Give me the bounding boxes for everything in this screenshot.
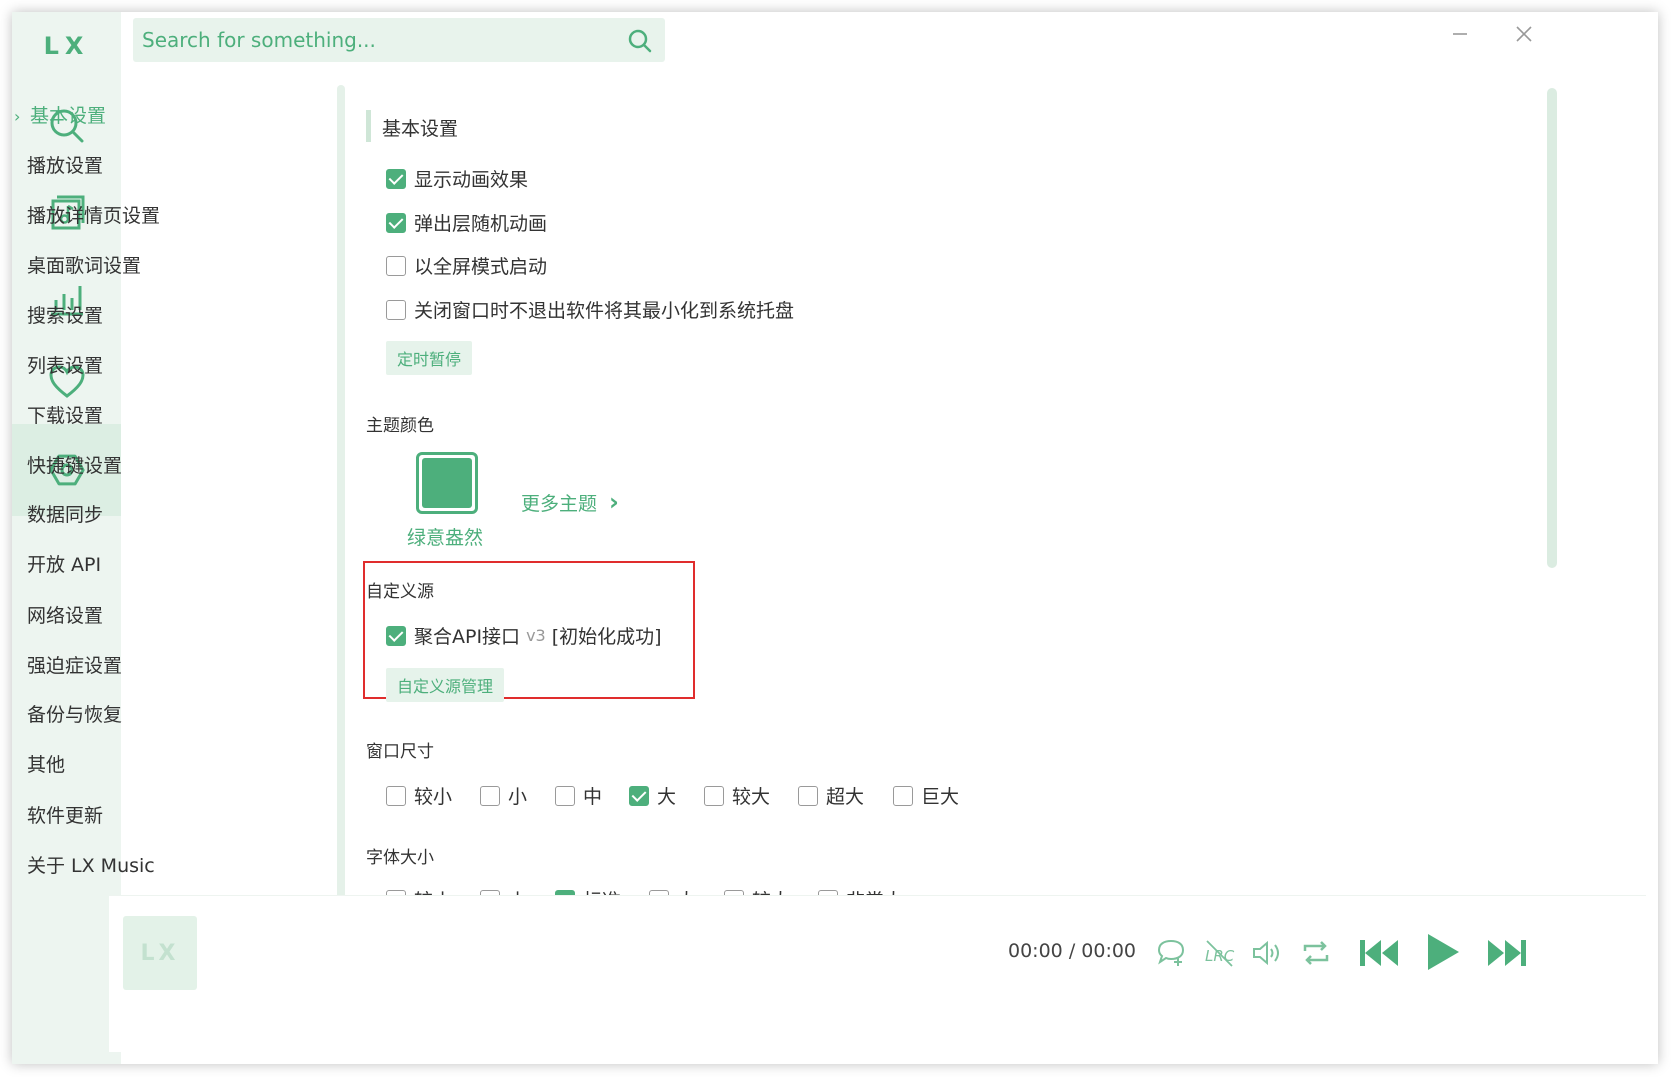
option-random-popup-animation[interactable]: 弹出层随机动画 [386,209,547,236]
theme-section-title: 主题颜色 [366,416,434,436]
window-size-option[interactable]: 较大 [704,782,770,809]
nav-item-basic[interactable]: › 基本设置 [14,101,106,128]
nav-item[interactable]: 播放详情页设置 [27,201,160,228]
content-scrollbar[interactable] [1547,88,1557,568]
option-minimize-to-tray[interactable]: 关闭窗口时不退出软件将其最小化到系统托盘 [386,296,794,323]
checkbox[interactable] [893,785,913,806]
custom-source-manage-button[interactable]: 自定义源管理 [386,668,505,702]
source-name: 聚合API接口 [414,626,521,648]
section-title: 基本设置 [382,118,459,140]
checkbox[interactable] [555,785,575,806]
custom-source-title: 自定义源 [366,582,434,602]
nav-item[interactable]: 软件更新 [27,801,103,828]
chevron-right-icon: › [14,107,21,126]
window-size-option[interactable]: 巨大 [893,782,959,809]
timer-pause-button[interactable]: 定时暂停 [386,341,473,375]
next-track-icon[interactable] [1485,934,1529,972]
nav-item[interactable]: 下载设置 [27,401,103,428]
nav-item[interactable]: 开放 API [27,550,101,577]
album-cover[interactable]: LX [123,916,197,990]
option-label: 中 [583,786,603,808]
nav-item[interactable]: 网络设置 [27,601,103,628]
checkbox[interactable] [386,168,406,189]
theme-color [422,458,472,508]
close-icon[interactable] [1510,20,1538,48]
theme-name[interactable]: 绿意盎然 [407,523,483,550]
option-label: 巨大 [921,786,960,808]
nav-scrollbar[interactable] [337,85,345,970]
time-separator: / [1068,940,1076,962]
checkbox[interactable] [386,625,406,646]
checkbox[interactable] [480,785,500,806]
nav-item[interactable]: 搜索设置 [27,301,103,328]
font-size-title: 字体大小 [366,848,434,868]
svg-text:LRC: LRC [1205,947,1235,965]
total-time: 00:00 [1081,940,1137,962]
window-size-option[interactable]: 小 [480,782,527,809]
window-size-option[interactable]: 大 [629,782,676,809]
window-size-option[interactable]: 超大 [798,782,864,809]
comment-icon[interactable] [1155,936,1187,968]
checkbox[interactable] [386,785,406,806]
search-input[interactable]: Search for something... [142,28,376,52]
option-show-animation[interactable]: 显示动画效果 [386,165,528,192]
nav-item[interactable]: 备份与恢复 [27,700,122,727]
checkbox[interactable] [704,785,724,806]
theme-swatch[interactable] [416,452,478,514]
repeat-icon[interactable] [1300,937,1332,969]
nav-item[interactable]: 快捷键设置 [27,451,122,478]
app-logo: LX [43,32,90,60]
option-label: 小 [508,786,528,808]
nav-item[interactable]: 关于 LX Music [27,851,155,878]
previous-track-icon[interactable] [1357,934,1401,972]
option-label: 显示动画效果 [414,169,529,191]
option-fullscreen-start[interactable]: 以全屏模式启动 [386,252,547,279]
option-label: 较小 [414,786,453,808]
checkbox[interactable] [798,785,818,806]
option-label: 超大 [826,786,865,808]
checkbox[interactable] [386,212,406,233]
nav-item[interactable]: 其他 [27,750,65,777]
option-label: 以全屏模式启动 [414,256,548,278]
chevron-right-icon: › [609,488,619,516]
current-time: 00:00 [1008,940,1063,962]
window-size-title: 窗口尺寸 [366,742,434,762]
checkbox[interactable] [629,785,649,806]
custom-source-option[interactable]: 聚合API接口 v3 [初始化成功] [386,622,662,649]
option-label: 大 [657,786,677,808]
checkbox[interactable] [386,255,406,276]
search-bar[interactable]: Search for something... [133,18,665,62]
nav-item-label: 基本设置 [30,105,107,127]
playback-time: 00:00 / 00:00 [1008,940,1136,962]
option-label: 关闭窗口时不退出软件将其最小化到系统托盘 [414,300,795,322]
nav-item[interactable]: 强迫症设置 [27,651,122,678]
search-icon[interactable] [627,28,653,54]
nav-item[interactable]: 列表设置 [27,351,103,378]
minimize-icon[interactable] [1446,20,1474,48]
window-size-option[interactable]: 中 [555,782,602,809]
lyrics-icon[interactable]: LRC [1204,937,1236,969]
checkbox[interactable] [386,299,406,320]
option-label: 弹出层随机动画 [414,213,548,235]
nav-item[interactable]: 桌面歌词设置 [27,251,141,278]
section-accent-bar [366,110,371,142]
nav-item[interactable]: 数据同步 [27,500,103,527]
source-version: v3 [526,626,546,645]
more-themes-label: 更多主题 [521,493,598,515]
volume-icon[interactable] [1250,937,1284,969]
source-status: [初始化成功] [551,626,662,648]
more-themes-link[interactable]: 更多主题 › [521,488,619,516]
option-label: 较大 [732,786,771,808]
player-bar [109,895,1646,1052]
play-icon[interactable] [1423,930,1463,974]
window-size-option[interactable]: 较小 [386,782,452,809]
nav-item[interactable]: 播放设置 [27,151,103,178]
